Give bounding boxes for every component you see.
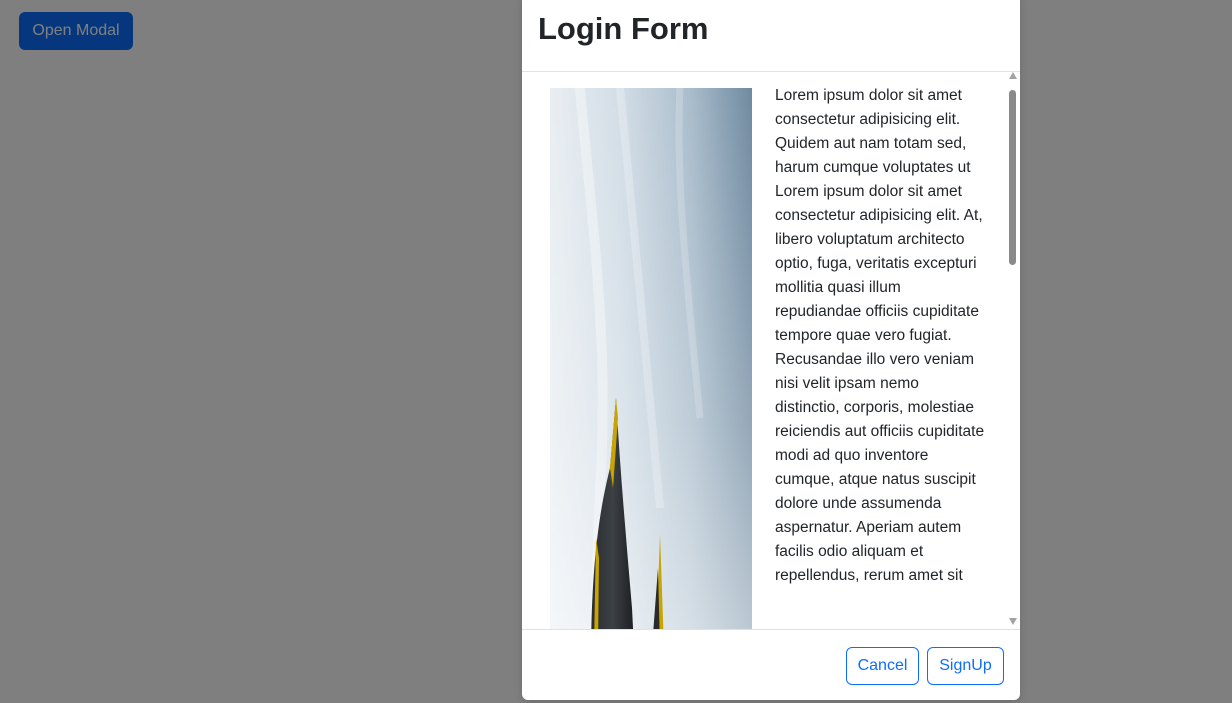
scroll-up-icon[interactable] <box>1009 72 1017 79</box>
modal-footer: Cancel SignUp <box>522 629 1020 700</box>
login-modal: Login Form Lorem ipsum dolor sit amet co… <box>522 0 1020 700</box>
modal-header: Login Form <box>522 0 1020 72</box>
scroll-down-icon[interactable] <box>1009 618 1017 625</box>
signup-button[interactable]: SignUp <box>927 647 1004 685</box>
modal-title: Login Form <box>538 11 709 46</box>
cancel-button[interactable]: Cancel <box>846 647 919 685</box>
modal-image <box>550 88 752 629</box>
scroll-thumb[interactable] <box>1009 90 1016 265</box>
modal-body[interactable]: Lorem ipsum dolor sit amet consectetur a… <box>522 72 1020 629</box>
modal-body-text: Lorem ipsum dolor sit amet consectetur a… <box>775 87 985 584</box>
modal-scrollbar[interactable] <box>1006 72 1020 629</box>
